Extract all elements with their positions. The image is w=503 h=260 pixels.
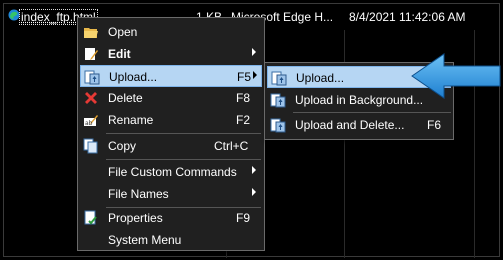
column-divider — [474, 4, 475, 258]
rename-icon: ab — [84, 115, 98, 127]
context-menu: Open Edit Upload... F5 Delete F8 ab Rena… — [77, 17, 265, 251]
menu-item-edit[interactable]: Edit — [78, 43, 264, 65]
menu-item-rename[interactable]: ab Rename F2 — [78, 109, 264, 131]
copy-icon — [83, 138, 98, 154]
svg-text:ab: ab — [85, 120, 93, 127]
chevron-right-icon — [252, 188, 256, 196]
menu-item-delete[interactable]: Delete F8 — [78, 87, 264, 109]
menu-separator — [106, 159, 261, 160]
menu-item-file-custom-commands[interactable]: File Custom Commands — [78, 161, 264, 183]
chevron-right-icon — [253, 71, 257, 79]
chevron-right-icon — [252, 48, 256, 56]
upload-background-icon — [270, 93, 286, 108]
folder-open-icon — [84, 28, 98, 38]
edit-icon — [85, 48, 98, 60]
submenu-item-upload-delete[interactable]: Upload and Delete... F6 — [265, 114, 453, 136]
menu-separator — [106, 133, 261, 134]
file-modified: 8/4/2021 11:42:06 AM — [349, 10, 466, 24]
menu-item-open[interactable]: Open — [78, 21, 264, 43]
menu-item-properties[interactable]: Properties F9 — [78, 207, 264, 229]
menu-separator — [293, 112, 451, 113]
menu-item-system-menu[interactable]: System Menu — [78, 229, 264, 251]
properties-icon — [84, 210, 97, 225]
menu-item-upload[interactable]: Upload... F5 — [80, 65, 262, 87]
upload-icon — [271, 71, 287, 86]
upload-icon — [84, 70, 100, 85]
menu-item-copy[interactable]: Copy Ctrl+C — [78, 135, 264, 157]
menu-item-file-names[interactable]: File Names — [78, 183, 264, 205]
pointer-arrow-icon — [411, 53, 501, 99]
upload-delete-icon — [270, 118, 286, 133]
edge-file-icon — [8, 9, 20, 21]
chevron-right-icon — [252, 166, 256, 174]
delete-icon — [85, 92, 97, 104]
